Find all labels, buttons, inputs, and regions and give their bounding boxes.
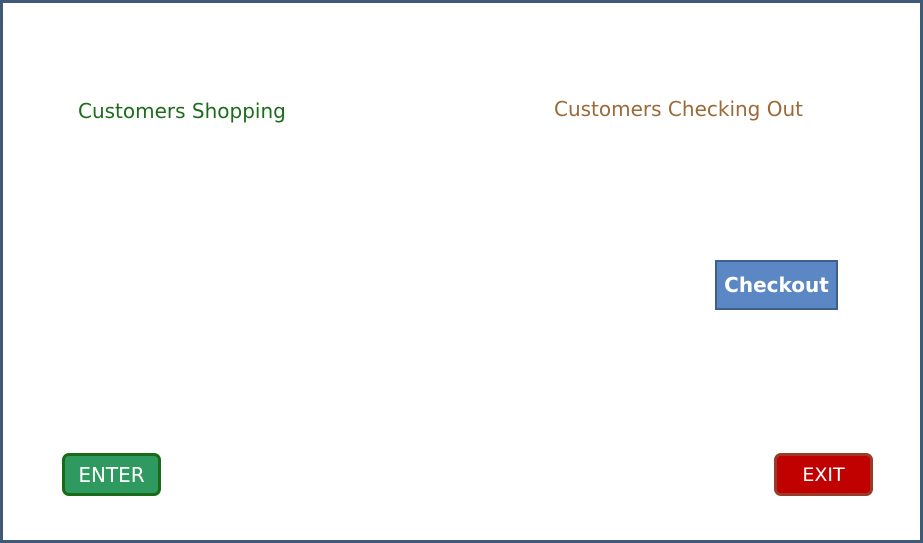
simulation-canvas: Customers Shopping Customers Checking Ou… bbox=[0, 0, 923, 543]
checking-out-area-label: Customers Checking Out bbox=[554, 97, 803, 121]
checkout-button[interactable]: Checkout bbox=[715, 260, 838, 310]
enter-button[interactable]: ENTER bbox=[62, 453, 161, 496]
shopping-area-label: Customers Shopping bbox=[78, 99, 286, 123]
exit-button[interactable]: EXIT bbox=[774, 453, 873, 496]
